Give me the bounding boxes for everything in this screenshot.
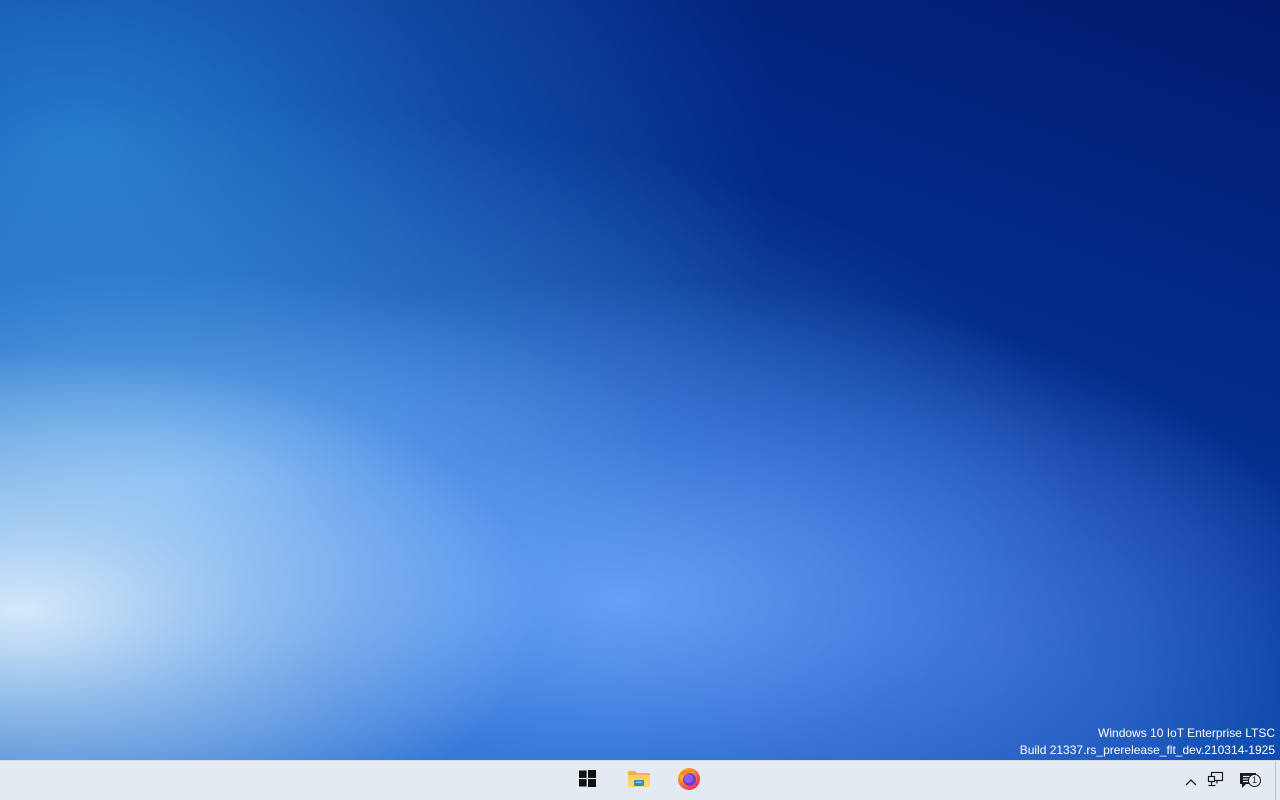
taskbar: 1 xyxy=(0,760,1280,800)
network-button[interactable] xyxy=(1203,761,1227,800)
windows-watermark: Windows 10 IoT Enterprise LTSC Build 213… xyxy=(1020,725,1275,759)
show-desktop-button[interactable] xyxy=(1275,761,1280,800)
start-button[interactable] xyxy=(563,761,611,800)
firefox-button[interactable] xyxy=(665,761,713,800)
build-label: Build 21337.rs_prerelease_flt_dev.210314… xyxy=(1019,743,1275,757)
action-center-button[interactable]: 1 xyxy=(1230,761,1270,800)
desktop[interactable]: Windows 10 IoT Enterprise LTSC Build 213… xyxy=(0,0,1280,760)
firefox-icon xyxy=(677,767,701,795)
show-hidden-icons-button[interactable] xyxy=(1180,761,1202,800)
network-icon xyxy=(1207,771,1224,791)
file-explorer-button[interactable] xyxy=(615,761,663,800)
windows-logo-icon xyxy=(578,770,596,791)
action-center-icon: 1 xyxy=(1237,770,1263,792)
edition-label: Windows 10 IoT Enterprise LTSC xyxy=(1098,726,1275,740)
chevron-up-icon xyxy=(1185,771,1197,790)
notification-count-badge: 1 xyxy=(1248,773,1261,787)
folder-icon xyxy=(627,769,651,793)
